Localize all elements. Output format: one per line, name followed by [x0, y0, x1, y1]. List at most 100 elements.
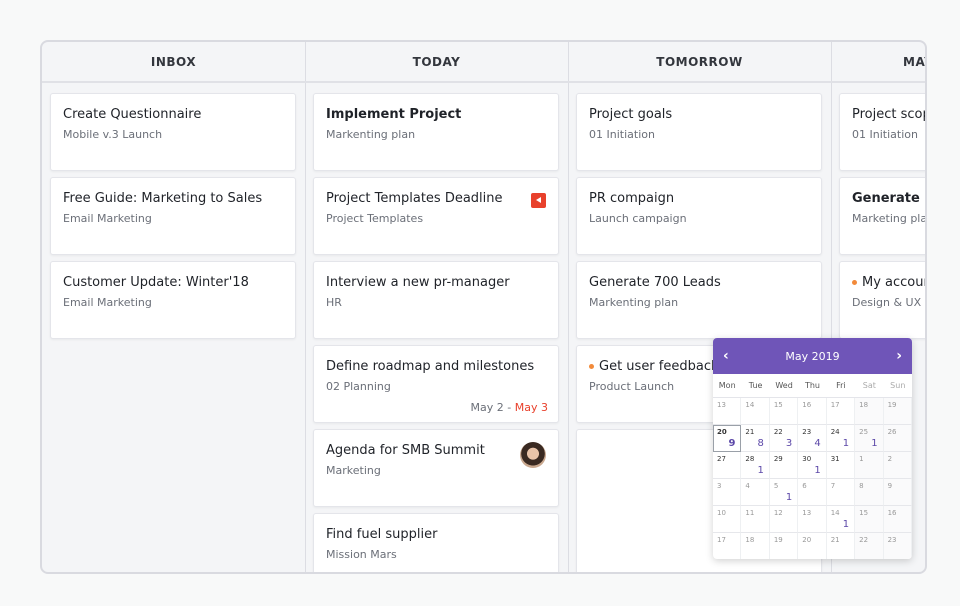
calendar-day[interactable]: 14: [741, 398, 770, 425]
day-number: 10: [717, 509, 726, 517]
task-card[interactable]: My account Design & UX: [839, 261, 925, 339]
calendar-day[interactable]: 18: [741, 533, 770, 559]
day-number: 7: [830, 482, 836, 490]
calendar-popup: ‹ May 2019 › Mon Tue Wed Thu Fri Sat Sun 13 14 1…: [713, 338, 912, 559]
task-count: 4: [814, 438, 821, 449]
card-project: Email Marketing: [63, 212, 152, 225]
task-count: 3: [785, 438, 793, 449]
day-number: 5: [773, 482, 779, 490]
calendar-day[interactable]: 21: [827, 533, 856, 559]
card-project: Marketing: [326, 464, 381, 477]
task-card[interactable]: Find fuel supplier Mission Mars: [313, 513, 559, 572]
calendar-day[interactable]: 1: [855, 452, 884, 479]
deadline-flag-icon: [531, 193, 546, 208]
calendar-day[interactable]: 28 1: [741, 452, 770, 479]
card-title: Project goals: [589, 107, 673, 122]
day-number: 16: [802, 401, 812, 409]
calendar-day[interactable]: 25 1: [855, 425, 884, 452]
task-card[interactable]: Project scope 01 Initiation: [839, 93, 925, 171]
calendar-day[interactable]: 13: [798, 506, 827, 533]
calendar-day[interactable]: 12: [769, 506, 799, 533]
day-number: 19: [773, 536, 783, 544]
day-number: 26: [887, 428, 897, 436]
calendar-day[interactable]: 10: [713, 506, 742, 533]
calendar-day[interactable]: 8: [855, 479, 884, 506]
task-count: 1: [785, 492, 793, 503]
calendar-day[interactable]: 22: [855, 533, 884, 559]
task-card[interactable]: Free Guide: Marketing to Sales Email Mar…: [50, 177, 296, 255]
task-card[interactable]: Create Questionnaire Mobile v.3 Launch: [50, 93, 296, 171]
calendar-day[interactable]: 13: [713, 398, 742, 425]
calendar-day[interactable]: 16: [798, 398, 827, 425]
calendar-day[interactable]: 7: [826, 479, 856, 506]
weekday-label: Sat: [862, 381, 876, 390]
calendar-day[interactable]: 23 4: [798, 425, 827, 452]
day-number: 9: [887, 482, 893, 490]
card-title: Generate 700: [852, 191, 925, 206]
calendar-day[interactable]: 2: [883, 452, 912, 479]
calendar-day[interactable]: 6: [798, 479, 827, 506]
task-card[interactable]: Project goals 01 Initiation: [576, 93, 822, 171]
calendar-day[interactable]: 15: [855, 506, 884, 533]
calendar-day[interactable]: 4: [741, 479, 770, 506]
task-card[interactable]: Project Templates Deadline Project Templ…: [313, 177, 559, 255]
calendar-day[interactable]: 17: [713, 533, 742, 559]
calendar-day[interactable]: 19: [770, 533, 799, 559]
calendar-day[interactable]: 21 8: [741, 425, 770, 452]
card-title: PR compaign: [589, 191, 675, 206]
task-card[interactable]: Customer Update: Winter'18 Email Marketi…: [50, 261, 296, 339]
day-number: 23: [802, 428, 812, 436]
calendar-day[interactable]: 24 1: [826, 425, 856, 452]
calendar-day[interactable]: 31: [826, 452, 856, 479]
calendar-day[interactable]: 23: [883, 533, 912, 559]
column-inbox: INBOX Create Questionnaire Mobile v.3 La…: [42, 42, 306, 572]
calendar-day[interactable]: 26: [883, 425, 912, 452]
task-card[interactable]: Interview a new pr-manager HR: [313, 261, 559, 339]
day-number: 23: [887, 536, 897, 544]
task-card[interactable]: Agenda for SMB Summit Marketing: [313, 429, 559, 507]
calendar-day[interactable]: 17: [826, 398, 856, 425]
calendar-day[interactable]: 29: [769, 452, 799, 479]
day-number: 4: [745, 482, 750, 490]
calendar-day[interactable]: 27: [713, 452, 742, 479]
calendar-day-today[interactable]: 20 9: [713, 425, 742, 452]
task-card[interactable]: Define roadmap and milestones 02 Plannin…: [313, 345, 559, 423]
assignee-avatar[interactable]: [520, 442, 546, 468]
weekday-label: Fri: [836, 381, 846, 390]
day-number: 30: [802, 455, 812, 463]
task-card[interactable]: Implement Project Markenting plan: [313, 93, 559, 171]
day-number: 22: [773, 428, 783, 436]
calendar-day[interactable]: 19: [883, 398, 912, 425]
calendar-day[interactable]: 30 1: [798, 452, 827, 479]
calendar-day[interactable]: 9: [883, 479, 912, 506]
calendar-day[interactable]: 15: [769, 398, 799, 425]
day-number: 12: [773, 509, 783, 517]
calendar-day[interactable]: 20: [798, 533, 827, 559]
day-number: 18: [745, 536, 755, 544]
calendar-day[interactable]: 51: [769, 479, 799, 506]
calendar-day[interactable]: 14 1: [826, 506, 856, 533]
next-month-button[interactable]: ›: [896, 348, 902, 364]
day-number: 11: [745, 509, 755, 517]
day-number: 18: [859, 401, 869, 409]
calendar-day[interactable]: 16: [883, 506, 912, 533]
day-number: 31: [830, 455, 840, 463]
calendar-day[interactable]: 3: [713, 479, 742, 506]
card-project: Email Marketing: [63, 296, 152, 309]
priority-dot-icon: [852, 280, 857, 285]
calendar-day[interactable]: 11: [741, 506, 770, 533]
task-card[interactable]: PR compaign Launch campaign: [576, 177, 822, 255]
calendar-grid: 13 14 15 16 17 18 19 20 9 21 8 22 3 23 4 24 1 25 1 26 27 28 1 2…: [713, 398, 912, 559]
card-project: Markenting plan: [589, 296, 679, 309]
task-card[interactable]: Generate 700 Leads Markenting plan: [576, 261, 822, 339]
calendar-day[interactable]: 18: [855, 398, 884, 425]
card-title: Define roadmap and milestones: [326, 359, 535, 374]
card-title: Implement Project: [326, 107, 462, 122]
card-project: Mission Mars: [326, 548, 397, 561]
date-start: May 2 -: [470, 401, 515, 414]
task-card[interactable]: Generate 700 Marketing plan: [839, 177, 925, 255]
calendar-day[interactable]: 22 3: [769, 425, 799, 452]
prev-month-button[interactable]: ‹: [723, 348, 729, 364]
day-number: 29: [773, 455, 783, 463]
card-title: Find fuel supplier: [326, 527, 438, 542]
